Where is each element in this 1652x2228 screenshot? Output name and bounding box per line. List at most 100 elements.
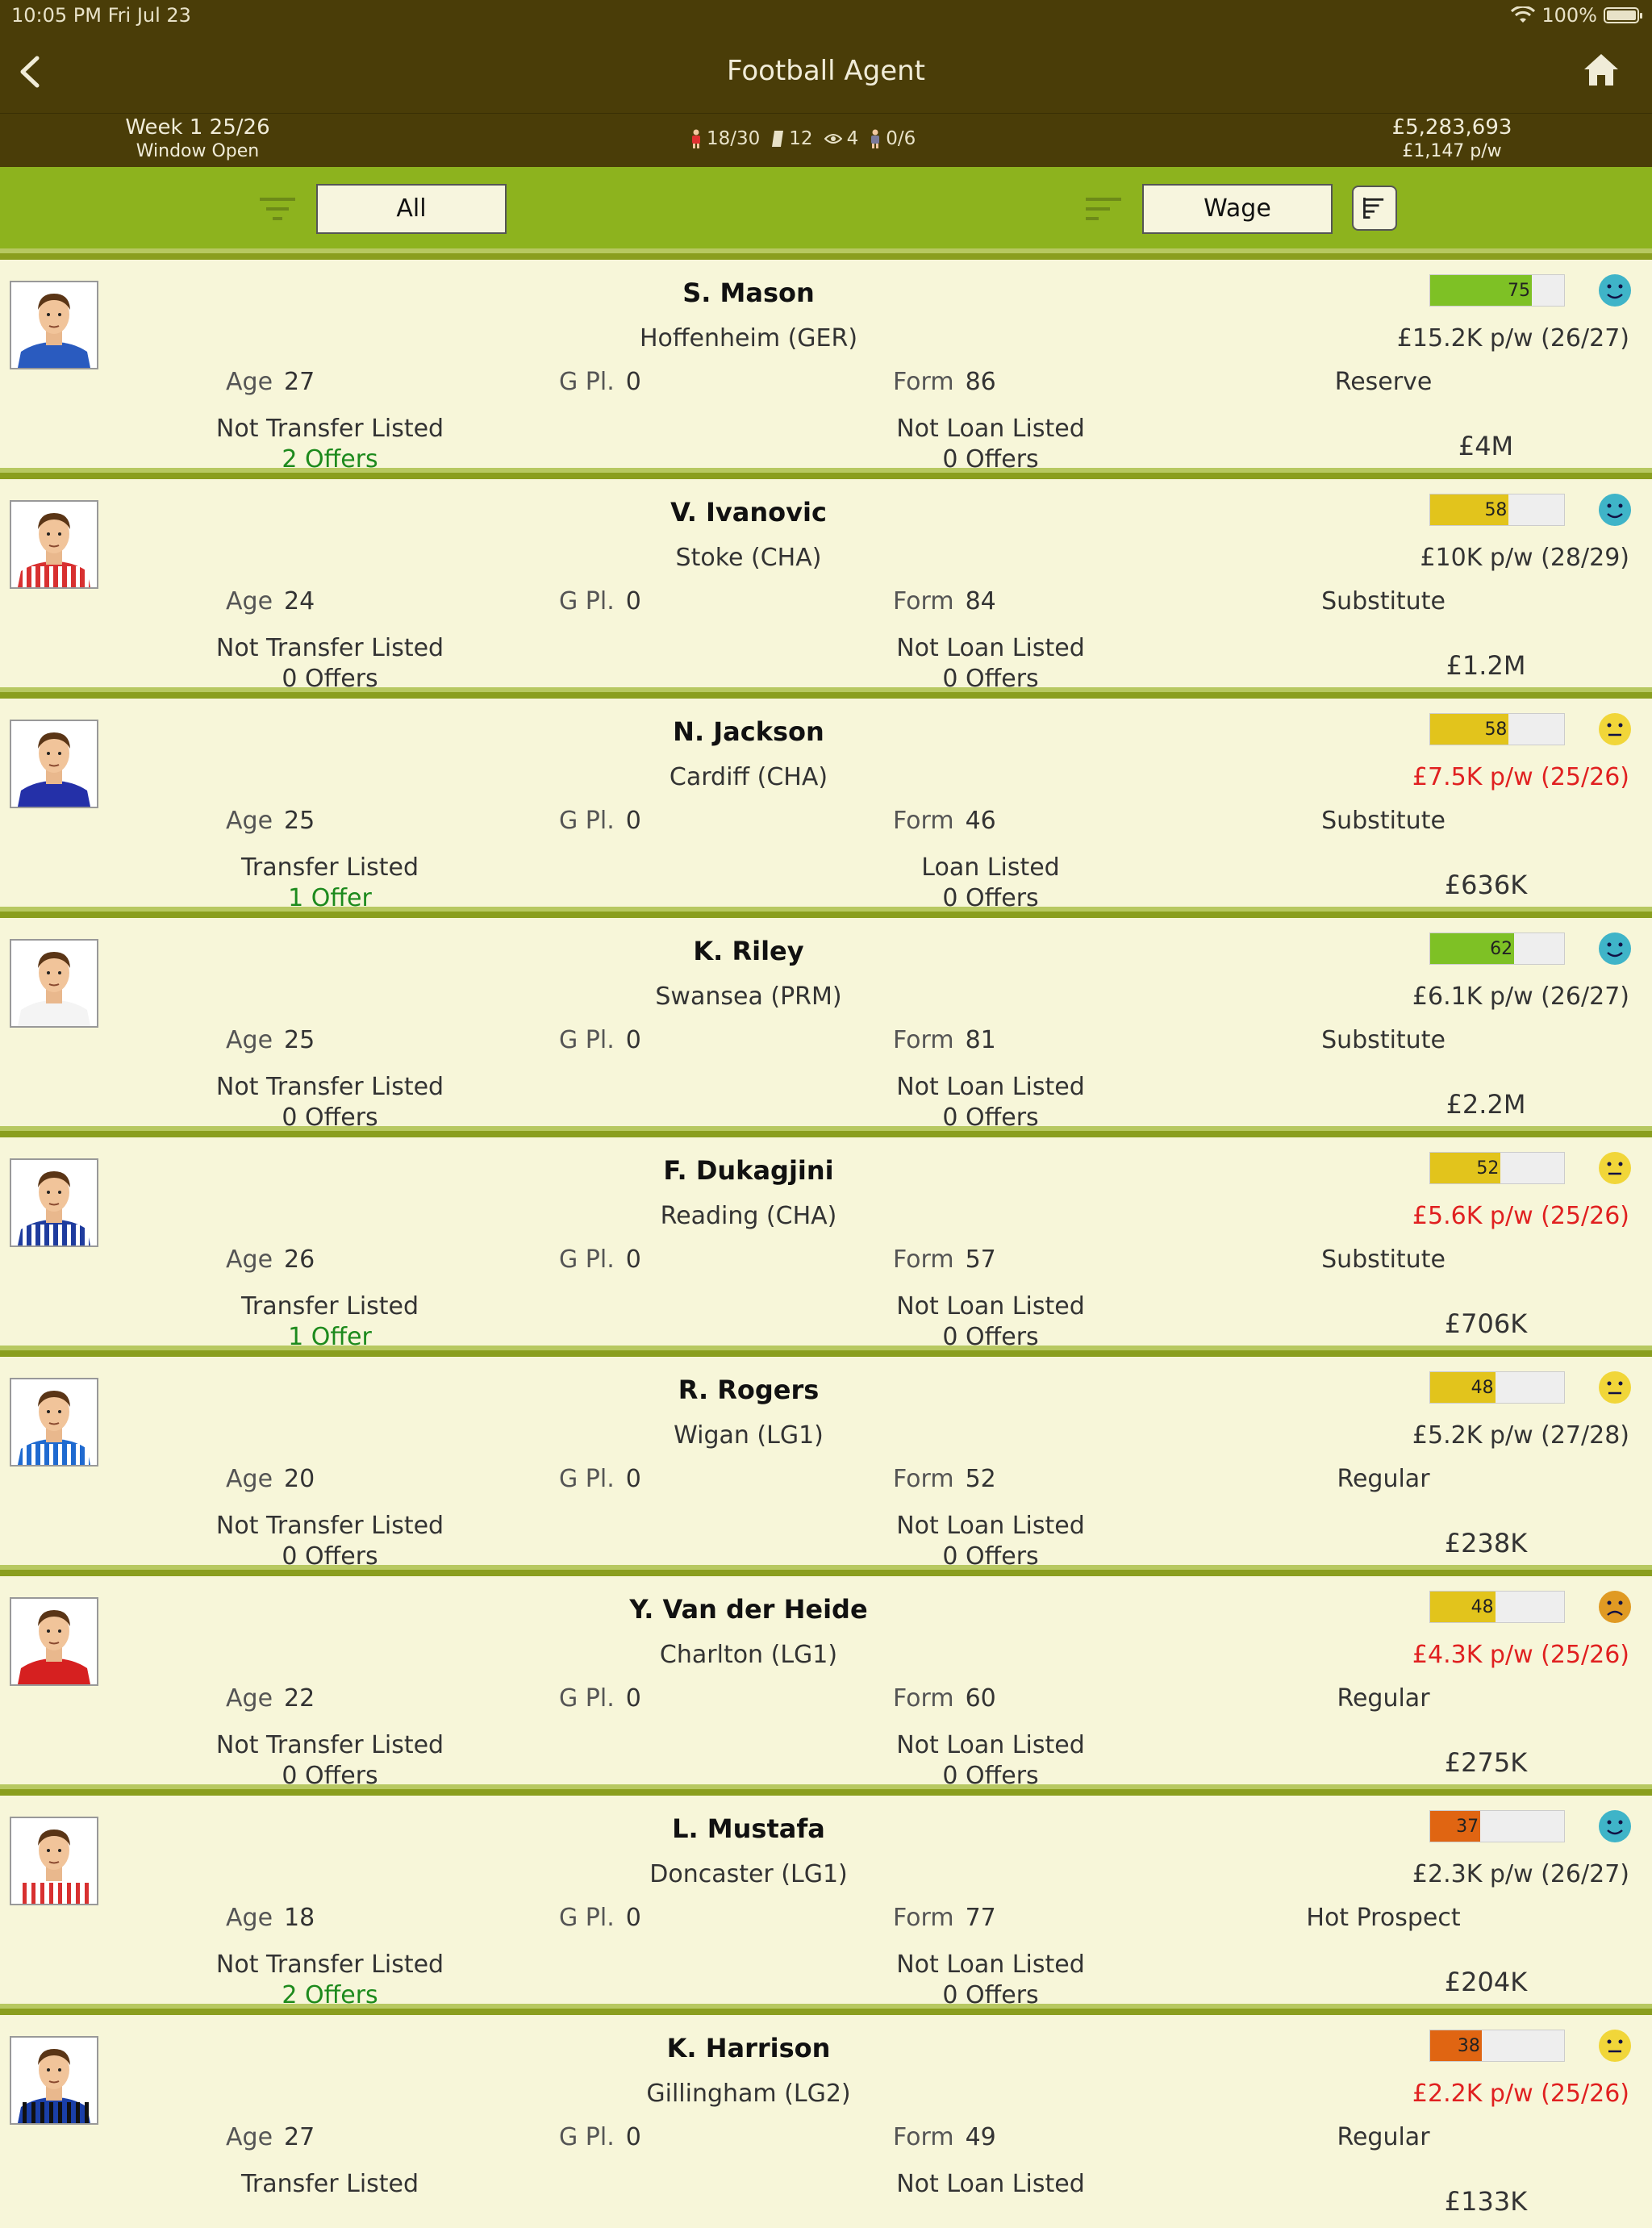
player-row[interactable]: K. Riley Swansea (PRM) Age 25 G Pl. 0 Form 81 No… [0,907,1652,1132]
wage: £6.1K p/w (26/27) [1412,983,1629,1011]
stat-value: 49 [965,2123,996,2151]
stat-value: 25 [284,1026,315,1054]
battery-icon [1604,7,1642,23]
player-row[interactable]: Y. Van der Heide Charlton (LG1) Age 22 G Pl.… [0,1565,1652,1790]
home-icon[interactable] [1581,50,1621,90]
ability-rating-bar: 48 [1429,1371,1565,1404]
status-indicators: 100% [1511,4,1642,27]
ability-rating-bar: 37 [1429,1810,1565,1842]
stat-age: Age 27 [226,368,315,396]
wifi-icon [1511,6,1536,23]
stat-gpl: G Pl. 0 [559,368,641,396]
player-row[interactable]: N. Jackson Cardiff (CHA) Age 25 G Pl. 0 Form 46… [0,687,1652,912]
market-value: £4M [1458,431,1514,461]
filter-select[interactable]: All [316,184,507,234]
watching-count: 4 [846,128,859,149]
player-row[interactable]: F. Dukagjini Reading (CHA) Age 26 G Pl. 0 Form… [0,1126,1652,1351]
stat-value: 0 [625,2123,641,2151]
player-club: Hoffenheim (GER) [639,324,858,353]
stat-value: 0 [625,1465,641,1493]
stat-value: 86 [965,368,996,396]
player-avatar [10,939,98,1028]
player-row[interactable]: R. Rogers Wigan (LG1) Age 20 G Pl. 0 Form 52 Not… [0,1346,1652,1571]
rating-value: 48 [1471,1378,1494,1398]
player-avatar [10,1378,98,1467]
market-value: £2.2M [1446,1089,1526,1120]
stat-value: 77 [965,1904,996,1932]
stat-label: G Pl. [559,587,615,615]
sort-icon[interactable] [1086,196,1121,222]
top-bar: 10:05 PM Fri Jul 23 100% Football Agent … [0,0,1652,167]
player-row[interactable]: K. Harrison Gillingham (LG2) Age 27 G Pl. 0 Fo… [0,2004,1652,2228]
stat-label: Age [226,1465,273,1493]
squad-status: Substitute [1321,587,1446,615]
player-name: L. Mustafa [672,1813,825,1844]
player-name: V. Ivanovic [670,497,827,528]
stat-label: G Pl. [559,1465,615,1493]
player-club: Swansea (PRM) [655,983,842,1011]
player-club: Doncaster (LG1) [649,1860,848,1888]
neutral-face-icon [1597,1150,1633,1186]
battery-percent: 100% [1541,4,1597,27]
stat-value: 46 [965,807,996,835]
stat-label: Age [226,587,273,615]
player-row[interactable]: V. Ivanovic Stoke (CHA) Age 24 G Pl. 0 Form 84 N… [0,468,1652,693]
clients-count: 18/30 [707,128,761,149]
sort-direction-icon[interactable] [1352,186,1397,231]
stat-label: G Pl. [559,2123,615,2151]
stat-value: 24 [284,587,315,615]
stat-value: 26 [284,1245,315,1274]
stat-age: Age 24 [226,587,315,615]
filter-icon[interactable] [260,196,295,222]
transfer-status: Transfer Listed [240,1292,419,1321]
stat-label: Age [226,807,273,835]
squad-status: Regular [1337,2123,1430,2151]
player-row[interactable]: S. Mason Hoffenheim (GER) Age 27 G Pl. 0 Form 8… [0,248,1652,474]
stat-form: Form 77 [893,1904,996,1932]
neutral-face-icon [1597,2028,1633,2063]
stat-age: Age 27 [226,2123,315,2151]
stat-age: Age 18 [226,1904,315,1932]
squad-status: Hot Prospect [1306,1904,1461,1932]
stat-form: Form 86 [893,368,996,396]
navigation-bar: Football Agent [0,32,1652,113]
squad-status: Substitute [1321,1245,1446,1274]
wage: £2.3K p/w (26/27) [1412,1860,1629,1888]
rating-value: 58 [1484,500,1508,520]
ability-rating-bar: 58 [1429,713,1565,745]
stat-value: 25 [284,807,315,835]
stat-form: Form 57 [893,1245,996,1274]
sort-select[interactable]: Wage [1142,184,1333,234]
stat-label: Form [893,368,954,396]
transfer-status: Not Transfer Listed [215,634,444,662]
market-value: £238K [1444,1528,1528,1558]
transfer-status: Transfer Listed [240,2170,419,2198]
transfer-status: Not Transfer Listed [215,1951,444,1979]
player-avatar [10,2036,98,2125]
stat-value: 27 [284,368,315,396]
stat-label: Form [893,1465,954,1493]
market-value: £706K [1444,1308,1528,1339]
stat-value: 60 [965,1684,996,1713]
stat-gpl: G Pl. 0 [559,1465,641,1493]
stat-value: 57 [965,1245,996,1274]
stat-gpl: G Pl. 0 [559,1026,641,1054]
stat-value: 20 [284,1465,315,1493]
player-club: Reading (CHA) [660,1202,837,1230]
player-club: Charlton (LG1) [659,1641,838,1669]
loan-status: Not Loan Listed [896,1292,1085,1321]
stat-age: Age 25 [226,1026,315,1054]
happy-face-icon [1597,492,1633,528]
player-club: Stoke (CHA) [675,544,822,572]
stat-age: Age 22 [226,1684,315,1713]
stat-age: Age 25 [226,807,315,835]
stat-value: 0 [625,1026,641,1054]
loan-status: Not Loan Listed [896,634,1085,662]
player-row[interactable]: L. Mustafa Doncaster (LG1) Age 18 G Pl. 0 Form… [0,1784,1652,2009]
bank-balance: £5,283,693 [1391,115,1512,140]
ability-rating-bar: 62 [1429,933,1565,965]
rating-value: 37 [1456,1817,1479,1837]
stat-form: Form 81 [893,1026,996,1054]
stat-value: 0 [625,587,641,615]
eye-icon [824,134,842,144]
